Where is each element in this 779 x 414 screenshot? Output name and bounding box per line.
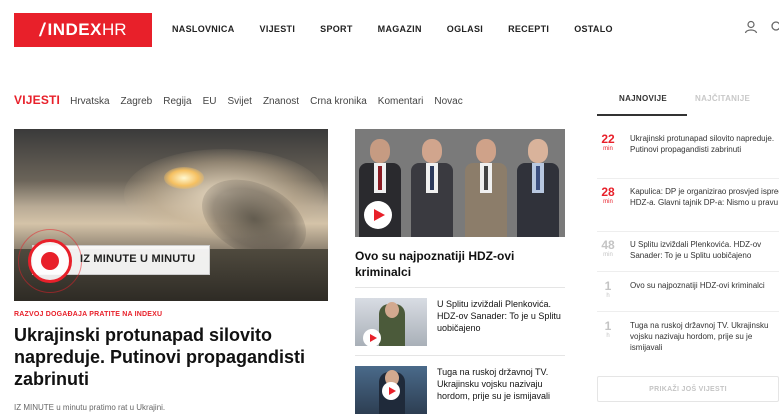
nav-naslovnica[interactable]: NASLOVNICA bbox=[172, 24, 235, 34]
hero-rocket-flame bbox=[164, 167, 204, 189]
hero-image[interactable]: IZ MINUTE U MINUTU bbox=[14, 129, 328, 301]
nav-oglasi[interactable]: OGLASI bbox=[447, 24, 483, 34]
divider bbox=[597, 311, 779, 312]
subnav-regija[interactable]: Regija bbox=[163, 96, 191, 107]
play-video-icon[interactable] bbox=[363, 329, 381, 347]
subnav-znanost[interactable]: Znanost bbox=[263, 96, 299, 107]
index-logo[interactable]: / INDEX HR bbox=[14, 13, 152, 47]
divider bbox=[597, 178, 779, 179]
time-ago: 1h bbox=[604, 279, 612, 300]
article-title[interactable]: Tuga na ruskoj državnoj TV. Ukrajinsku v… bbox=[437, 366, 567, 402]
list-item-title: Ovo su najpoznatiji HDZ-ovi kriminalci bbox=[630, 281, 765, 290]
logo-index: INDEX bbox=[47, 20, 102, 39]
live-banner-text: IZ MINUTE U MINUTU bbox=[80, 253, 196, 265]
logo-slash: / bbox=[39, 19, 45, 40]
tab-najnovije[interactable]: NAJNOVIJE bbox=[619, 94, 667, 103]
person-figure bbox=[409, 135, 455, 237]
nav-recepti[interactable]: RECEPTI bbox=[508, 24, 549, 34]
show-more-button[interactable]: PRIKAŽI JOŠ VIJESTI bbox=[597, 376, 779, 402]
site-header: / INDEX HR NASLOVNICA VIJESTI SPORT MAGA… bbox=[0, 0, 779, 56]
time-ago: 48 min bbox=[601, 238, 615, 259]
subnav-zagreb[interactable]: Zagreb bbox=[121, 96, 153, 107]
nav-sport[interactable]: SPORT bbox=[320, 24, 353, 34]
subnav-novac[interactable]: Novac bbox=[434, 96, 462, 107]
play-video-icon[interactable] bbox=[382, 382, 400, 400]
person-figure bbox=[463, 135, 509, 237]
active-tab-underline bbox=[597, 114, 687, 116]
list-item-title: Kapulica: DP je organizirao prosvjed isp… bbox=[630, 187, 779, 207]
time-ago: 28 min bbox=[601, 185, 615, 206]
divider bbox=[355, 355, 565, 356]
subnav-crna-kronika[interactable]: Crna kronika bbox=[310, 96, 367, 107]
subnav-komentari[interactable]: Komentari bbox=[378, 96, 424, 107]
time-ago: 22 min bbox=[601, 132, 615, 153]
main-nav: NASLOVNICA VIJESTI SPORT MAGAZIN OGLASI … bbox=[172, 24, 638, 34]
hero-teaser: IZ MINUTE u minutu pratimo rat u Ukrajin… bbox=[14, 403, 166, 412]
list-item-title: Ukrajinski protunapad silovito napreduje… bbox=[630, 134, 775, 154]
middle-main-title[interactable]: Ovo su najpoznatiji HDZ-ovi kriminalci bbox=[355, 248, 555, 280]
hero-kicker: RAZVOJ DOGAĐAJA PRATITE NA INDEXU bbox=[14, 311, 163, 318]
logo-hr: HR bbox=[101, 20, 127, 39]
subnav-svijet[interactable]: Svijet bbox=[228, 96, 252, 107]
sidebar-tabs: NAJNOVIJE NAJČITANIJE bbox=[597, 94, 779, 116]
tab-najcitanije[interactable]: NAJČITANIJE bbox=[695, 94, 750, 103]
section-title[interactable]: VIJESTI bbox=[14, 93, 60, 107]
divider bbox=[597, 271, 779, 272]
list-item-title: U Splitu izviždali Plenkovića. HDZ-ov Sa… bbox=[630, 240, 762, 260]
play-video-icon[interactable] bbox=[364, 201, 392, 229]
divider bbox=[355, 287, 565, 288]
nav-vijesti[interactable]: VIJESTI bbox=[260, 24, 296, 34]
person-figure bbox=[515, 135, 561, 237]
article-title[interactable]: U Splitu izviždali Plenkovića. HDZ-ov Sa… bbox=[437, 298, 567, 334]
time-ago: 1h bbox=[604, 319, 612, 340]
nav-magazin[interactable]: MAGAZIN bbox=[378, 24, 422, 34]
subnav-hrvatska[interactable]: Hrvatska bbox=[70, 96, 109, 107]
subnav-eu[interactable]: EU bbox=[203, 96, 217, 107]
list-item-title: Tuga na ruskoj državnoj TV. Ukrajinsku v… bbox=[630, 321, 769, 352]
divider bbox=[597, 231, 779, 232]
hero-headline[interactable]: Ukrajinski protunapad silovito napreduje… bbox=[14, 324, 330, 390]
live-dot-icon bbox=[41, 252, 59, 270]
nav-ostalo[interactable]: OSTALO bbox=[574, 24, 613, 34]
section-nav: VIJESTI Hrvatska Zagreb Regija EU Svijet… bbox=[14, 93, 474, 107]
search-icon[interactable] bbox=[770, 20, 779, 34]
user-icon[interactable] bbox=[744, 20, 758, 34]
